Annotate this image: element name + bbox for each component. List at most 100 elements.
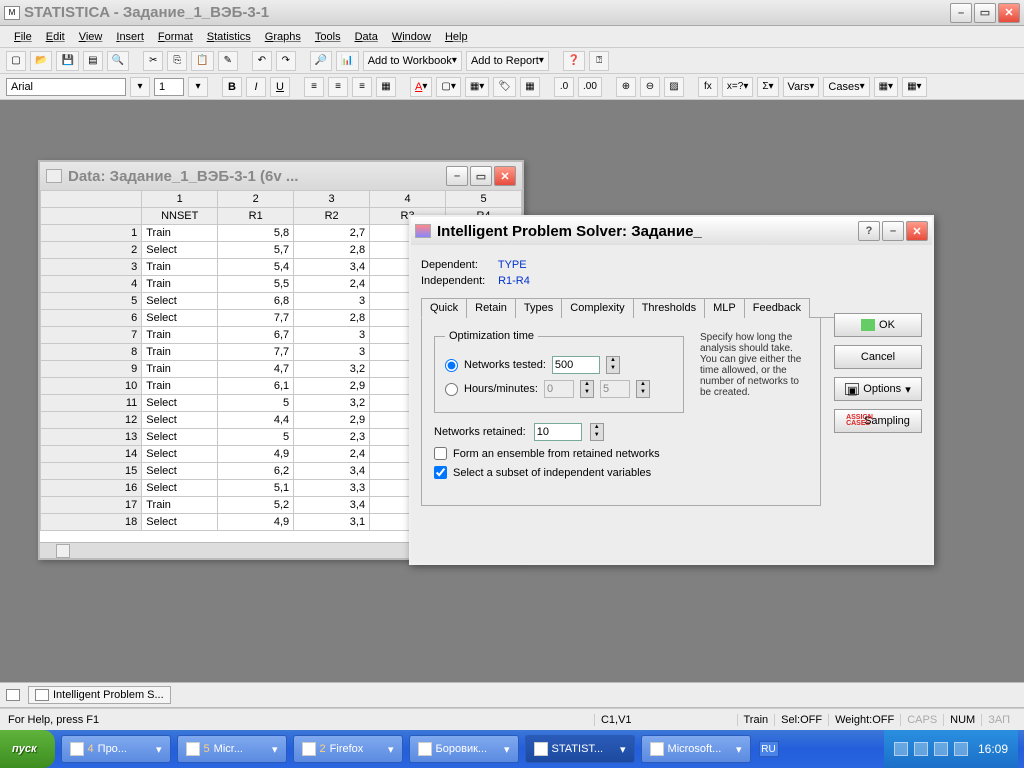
row-header[interactable]: 13 (41, 429, 142, 446)
cell[interactable]: 5 (218, 395, 294, 412)
tag-icon[interactable]: 🏷 (493, 77, 516, 97)
align-left-icon[interactable]: ≡ (304, 77, 324, 97)
tray-icon[interactable] (894, 742, 908, 756)
ok-button[interactable]: OK (834, 313, 922, 337)
cell-nnset[interactable]: Select (142, 514, 218, 531)
row-header[interactable]: 4 (41, 276, 142, 293)
tray-clock[interactable]: 16:09 (978, 742, 1008, 756)
vars-button[interactable]: Vars ▾ (783, 77, 820, 97)
cell-nnset[interactable]: Select (142, 446, 218, 463)
cell[interactable]: 3,2 (294, 395, 370, 412)
context-help-icon[interactable]: ⍰ (589, 51, 609, 71)
cell[interactable]: 7,7 (218, 310, 294, 327)
cell-nnset[interactable]: Select (142, 480, 218, 497)
x-button-icon[interactable]: x=?▾ (722, 77, 753, 97)
row-header[interactable]: 2 (41, 242, 142, 259)
cell-nnset[interactable]: Train (142, 225, 218, 242)
data-maximize-button[interactable]: ▭ (470, 166, 492, 186)
cell[interactable]: 4,4 (218, 412, 294, 429)
tray-icon[interactable] (914, 742, 928, 756)
cell-nnset[interactable]: Select (142, 310, 218, 327)
dialog-help-button[interactable]: ? (858, 221, 880, 241)
tray-icon[interactable] (934, 742, 948, 756)
networks-retained-input[interactable] (534, 423, 582, 441)
align-right-icon[interactable]: ≡ (352, 77, 372, 97)
row-header[interactable]: 16 (41, 480, 142, 497)
col-header[interactable]: NNSET (142, 208, 218, 225)
undo-icon[interactable]: ↶ (252, 51, 272, 71)
italic-icon[interactable]: I (246, 77, 266, 97)
row-header[interactable]: 18 (41, 514, 142, 531)
size-select[interactable] (154, 78, 184, 96)
cell[interactable]: 6,8 (218, 293, 294, 310)
dialog-titlebar[interactable]: Intelligent Problem Solver: Задание_ ? –… (411, 217, 932, 245)
tab-feedback[interactable]: Feedback (744, 298, 810, 318)
networks-tested-radio[interactable] (445, 359, 458, 372)
font-color-icon[interactable]: A▾ (410, 77, 432, 97)
tab-types[interactable]: Types (515, 298, 562, 318)
taskbar-item[interactable]: 4 Про...▾ (61, 735, 171, 763)
stats-icon[interactable]: Σ▾ (757, 77, 778, 97)
bold-icon[interactable]: B (222, 77, 242, 97)
decimal-inc-icon[interactable]: .0 (554, 77, 574, 97)
font-dropdown-icon[interactable]: ▾ (130, 77, 150, 97)
maximize-button[interactable]: ▭ (974, 3, 996, 23)
underline-icon[interactable]: U (270, 77, 290, 97)
zoom-out-icon[interactable]: ⊖ (640, 77, 660, 97)
col-header[interactable]: R2 (294, 208, 370, 225)
brush-icon[interactable]: ✎ (218, 51, 238, 71)
independent-value[interactable]: R1-R4 (498, 275, 530, 287)
paste-icon[interactable]: 📋 (191, 51, 213, 71)
cell[interactable]: 2,3 (294, 429, 370, 446)
subset-checkbox[interactable] (434, 466, 447, 479)
cell[interactable]: 5,1 (218, 480, 294, 497)
row-header[interactable]: 10 (41, 378, 142, 395)
taskbar-item[interactable]: STATIST...▾ (525, 735, 635, 763)
tab-thresholds[interactable]: Thresholds (633, 298, 705, 318)
taskbar-item[interactable]: Боровик...▾ (409, 735, 519, 763)
col-num-header[interactable]: 2 (218, 191, 294, 208)
open-icon[interactable]: 📂 (30, 51, 52, 71)
row-header[interactable]: 7 (41, 327, 142, 344)
more-2-icon[interactable]: ▦▾ (902, 77, 926, 97)
new-icon[interactable]: ▢ (6, 51, 26, 71)
menu-help[interactable]: Help (439, 29, 474, 45)
find-icon[interactable]: 🔎 (310, 51, 332, 71)
tab-complexity[interactable]: Complexity (561, 298, 633, 318)
cell-nnset[interactable]: Train (142, 378, 218, 395)
menu-window[interactable]: Window (386, 29, 437, 45)
sampling-button[interactable]: ASSIGNCASESSampling (834, 409, 922, 433)
cell[interactable]: 4,7 (218, 361, 294, 378)
row-header[interactable]: 15 (41, 463, 142, 480)
cell[interactable]: 2,4 (294, 276, 370, 293)
col-num-header[interactable]: 4 (370, 191, 446, 208)
row-header[interactable]: 14 (41, 446, 142, 463)
cell[interactable]: 6,1 (218, 378, 294, 395)
preview-icon[interactable]: 🔍 (107, 51, 129, 71)
cell[interactable]: 2,7 (294, 225, 370, 242)
minimized-ips-window[interactable]: Intelligent Problem S... (28, 686, 171, 704)
formula-icon[interactable]: fx (698, 77, 718, 97)
row-header[interactable]: 11 (41, 395, 142, 412)
zoom-in-icon[interactable]: ⊕ (616, 77, 636, 97)
tab-mlp[interactable]: MLP (704, 298, 745, 318)
align-center-icon[interactable]: ≡ (328, 77, 348, 97)
tray-icon[interactable] (954, 742, 968, 756)
cell[interactable]: 3,1 (294, 514, 370, 531)
font-select[interactable] (6, 78, 126, 96)
cell[interactable]: 2,8 (294, 310, 370, 327)
dialog-minimize-button[interactable]: – (882, 221, 904, 241)
grid-icon[interactable]: ▦ (520, 77, 540, 97)
cell[interactable]: 4,9 (218, 514, 294, 531)
col-num-header[interactable]: 5 (446, 191, 522, 208)
col-header[interactable] (41, 208, 142, 225)
cancel-button[interactable]: Cancel (834, 345, 922, 369)
cell-nnset[interactable]: Select (142, 395, 218, 412)
minutes-spinner[interactable]: ▲▼ (636, 380, 650, 398)
data-window-titlebar[interactable]: Data: Задание_1_ВЭБ-3-1 (6v ... – ▭ ✕ (40, 162, 522, 190)
cell-nnset[interactable]: Train (142, 259, 218, 276)
cell[interactable]: 3,2 (294, 361, 370, 378)
cell[interactable]: 3 (294, 327, 370, 344)
cell[interactable]: 4,9 (218, 446, 294, 463)
fill-color-icon[interactable]: ▢▾ (436, 77, 460, 97)
